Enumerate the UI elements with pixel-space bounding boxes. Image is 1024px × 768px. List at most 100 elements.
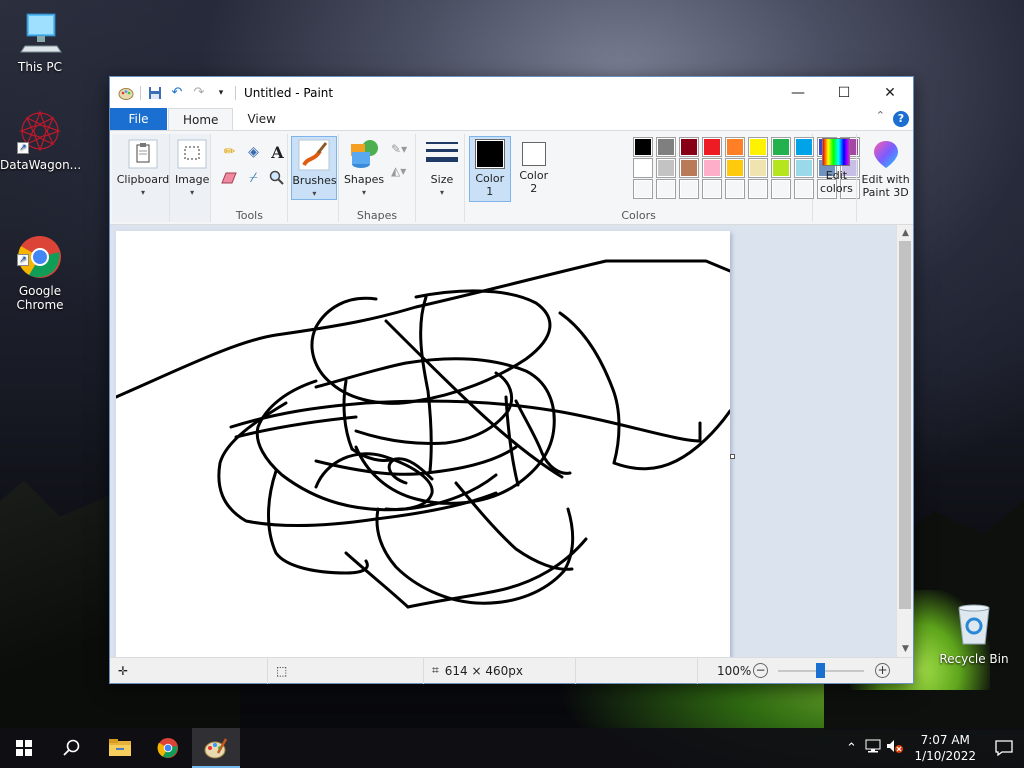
scribble-drawing [114, 259, 732, 609]
tab-view[interactable]: View [233, 108, 289, 130]
clipboard-group: Clipboard ▾ [112, 134, 171, 222]
scroll-down-icon[interactable]: ▼ [897, 641, 913, 657]
palette-swatch[interactable] [724, 137, 745, 157]
brushes-group: Brushes ▾ [288, 134, 340, 222]
ribbon-tabs: File Home View ⌃ ? [110, 108, 913, 130]
zoom-in-button[interactable]: + [875, 663, 890, 678]
zoom-out-button[interactable]: − [753, 663, 768, 678]
color-1-button[interactable]: Color 1 [468, 136, 511, 202]
redo-icon[interactable]: ↷ [191, 85, 207, 101]
palette-swatch[interactable] [770, 179, 791, 199]
pencil-icon[interactable]: ✏ [219, 142, 239, 162]
palette-swatch[interactable] [747, 158, 768, 178]
palette-swatch[interactable] [770, 158, 791, 178]
edit-colors-button[interactable]: Edit colors [815, 136, 857, 195]
fill-bucket-icon[interactable]: ◈ [243, 142, 263, 162]
palette-swatch[interactable] [678, 158, 699, 178]
show-hidden-icons-icon[interactable]: ⌃ [840, 741, 862, 756]
edit-with-paint3d-button[interactable]: Edit with Paint 3D [859, 136, 913, 199]
image-button[interactable]: Image ▾ [172, 136, 212, 199]
palette-swatch[interactable] [701, 179, 722, 199]
palette-swatch[interactable] [655, 179, 676, 199]
volume-muted-icon[interactable] [884, 739, 906, 757]
fill-icon[interactable]: ◭▾ [391, 164, 406, 178]
maximize-button[interactable]: ☐ [821, 77, 867, 108]
save-icon[interactable] [147, 85, 163, 101]
network-icon[interactable] [862, 739, 884, 757]
taskbar: ⌃ 7:07 AM 1/10/2022 [0, 728, 1024, 768]
system-tray: ⌃ 7:07 AM 1/10/2022 [840, 728, 1024, 768]
color-spectrum-icon [822, 138, 851, 166]
palette-swatch[interactable] [632, 137, 653, 157]
clock[interactable]: 7:07 AM 1/10/2022 [906, 732, 984, 764]
minimize-button[interactable]: — [775, 77, 821, 108]
desktop-icon-label: Google Chrome [16, 284, 64, 312]
palette-swatch[interactable] [701, 137, 722, 157]
size-button[interactable]: Size ▾ [421, 136, 463, 199]
shapes-button[interactable]: Shapes ▾ [343, 136, 385, 199]
close-button[interactable]: ✕ [867, 77, 913, 108]
magnifier-icon[interactable] [267, 168, 287, 188]
brushes-button[interactable]: Brushes ▾ [291, 136, 338, 200]
text-tool-icon[interactable]: A [267, 142, 287, 162]
paint-taskbar-button[interactable] [192, 728, 240, 768]
cursor-position-cell: ✛ [110, 657, 268, 684]
palette-swatch[interactable] [655, 158, 676, 178]
palette-swatch[interactable] [678, 179, 699, 199]
action-center-button[interactable] [984, 740, 1024, 756]
palette-swatch[interactable] [793, 158, 814, 178]
zoom-slider-thumb[interactable] [816, 663, 825, 678]
palette-swatch[interactable] [701, 158, 722, 178]
storage-cell [576, 657, 698, 684]
palette-swatch[interactable] [724, 158, 745, 178]
clock-time: 7:07 AM [920, 733, 970, 747]
palette-swatch[interactable] [793, 179, 814, 199]
image-group: Image ▾ [170, 134, 212, 222]
palette-swatch[interactable] [678, 137, 699, 157]
chevron-down-icon: ▾ [362, 188, 367, 197]
file-explorer-button[interactable] [96, 728, 144, 768]
size-group: Size ▾ [416, 134, 465, 222]
drawing-canvas[interactable] [114, 231, 732, 657]
shapes-group: Shapes ▾ ✎▾ ◭▾ Shapes [339, 134, 416, 222]
palette-swatch[interactable] [770, 137, 791, 157]
collapse-ribbon-icon[interactable]: ⌃ [876, 109, 885, 122]
start-button[interactable] [0, 728, 48, 768]
outline-icon[interactable]: ✎▾ [391, 142, 407, 156]
palette-swatch[interactable] [747, 179, 768, 199]
vertical-scrollbar[interactable]: ▲ ▼ [896, 225, 913, 657]
canvas-resize-handle[interactable] [730, 454, 735, 459]
title-bar[interactable]: ↶ ↷ ▾ Untitled - Paint — ☐ ✕ [110, 77, 913, 108]
palette-swatch[interactable] [632, 179, 653, 199]
search-icon [63, 739, 80, 756]
desktop-icon-this-pc[interactable]: This PC [0, 10, 80, 74]
help-button[interactable]: ? [893, 111, 909, 127]
clipboard-button[interactable]: Clipboard ▾ [115, 136, 171, 199]
scrollbar-thumb[interactable] [899, 241, 911, 609]
desktop-icon-recycle-bin[interactable]: Recycle Bin [934, 602, 1014, 666]
selection-size-icon: ⬚ [276, 663, 288, 678]
color-2-button[interactable]: Color 2 [515, 136, 553, 195]
palette-swatch[interactable] [655, 137, 676, 157]
search-button[interactable] [48, 728, 96, 768]
palette-swatch[interactable] [747, 137, 768, 157]
palette-swatch[interactable] [724, 179, 745, 199]
chrome-taskbar-button[interactable] [144, 728, 192, 768]
palette-swatch[interactable] [793, 137, 814, 157]
paint-app-icon[interactable] [118, 85, 134, 101]
color-picker-icon[interactable]: ⌿ [243, 168, 263, 188]
canvas-work-area[interactable]: ▲ ▼ [110, 225, 913, 657]
chevron-down-icon: ▾ [190, 188, 195, 197]
color-1-swatch [474, 139, 505, 169]
palette-swatch[interactable] [632, 158, 653, 178]
scroll-up-icon[interactable]: ▲ [897, 225, 913, 241]
eraser-icon[interactable] [219, 168, 239, 188]
customize-qat-icon[interactable]: ▾ [213, 85, 229, 101]
tab-file[interactable]: File [110, 108, 167, 130]
paint-window: ↶ ↷ ▾ Untitled - Paint — ☐ ✕ File Home V… [109, 76, 914, 684]
undo-icon[interactable]: ↶ [169, 85, 185, 101]
tab-home[interactable]: Home [168, 108, 234, 130]
chevron-down-icon: ▾ [439, 188, 444, 197]
desktop-icon-datawagon[interactable]: ↗ DataWagon... [0, 108, 81, 172]
desktop-icon-google-chrome[interactable]: ↗ Google Chrome [0, 206, 80, 326]
